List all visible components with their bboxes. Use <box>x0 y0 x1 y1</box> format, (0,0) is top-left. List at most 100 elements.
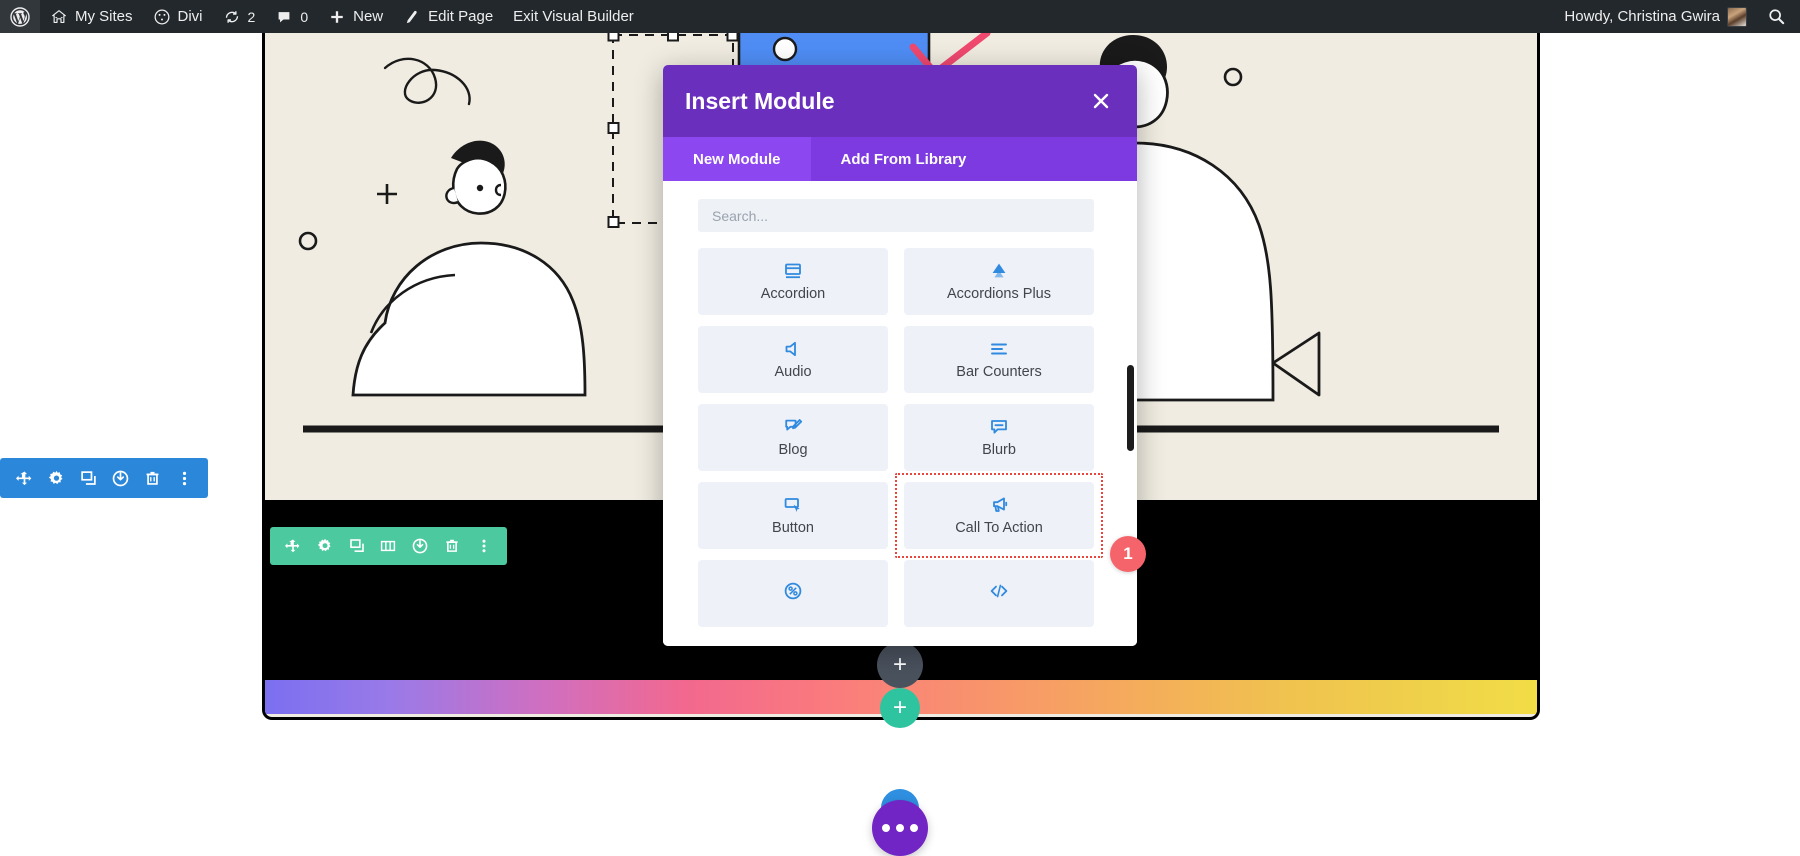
module-tile-blurb[interactable]: Blurb <box>904 404 1094 471</box>
blurb-icon <box>989 417 1009 437</box>
exit-visual-builder-link[interactable]: Exit Visual Builder <box>503 0 644 33</box>
row-move-handle[interactable] <box>280 527 306 565</box>
search-input[interactable] <box>698 199 1094 232</box>
modal-body: Accordion Accordions Plus <box>663 181 1137 646</box>
comments-menu[interactable]: 0 <box>265 0 318 33</box>
builder-fab-wrapper <box>872 789 928 856</box>
step-badge-label: 1 <box>1123 544 1133 563</box>
modal-header: Insert Module <box>663 65 1137 137</box>
tab-new-module[interactable]: New Module <box>663 137 811 181</box>
tab-new-module-label: New Module <box>693 150 781 168</box>
module-tile-button[interactable]: Button <box>698 482 888 549</box>
updates-icon <box>223 8 241 26</box>
add-module-button[interactable]: + <box>877 642 923 688</box>
divi-icon <box>153 8 171 26</box>
section-duplicate-button[interactable] <box>74 458 102 498</box>
updates-menu[interactable]: 2 <box>213 0 266 33</box>
section-settings-button[interactable] <box>42 458 70 498</box>
gear-icon <box>317 538 331 552</box>
divi-label: Divi <box>177 8 203 25</box>
wp-admin-bar: My Sites Divi 2 0 New Edit Page Exit Vis… <box>0 0 1800 33</box>
comments-icon <box>275 8 293 26</box>
modal-title: Insert Module <box>685 87 835 114</box>
section-delete-button[interactable] <box>138 458 166 498</box>
new-label: New <box>353 8 384 25</box>
section-move-handle[interactable] <box>10 458 38 498</box>
accordions-plus-icon <box>989 261 1009 281</box>
blog-icon <box>783 417 803 437</box>
kebab-icon <box>182 471 186 485</box>
module-tile-accordion[interactable]: Accordion <box>698 248 888 315</box>
kebab-icon <box>482 539 486 553</box>
tab-add-from-library[interactable]: Add From Library <box>811 137 997 181</box>
new-content-menu[interactable]: New <box>318 0 393 33</box>
trash-icon <box>446 539 458 552</box>
section-disable-button[interactable] <box>106 458 134 498</box>
plus-icon: + <box>892 694 907 721</box>
tab-add-from-library-label: Add From Library <box>840 150 967 168</box>
module-grid: Accordion Accordions Plus Audio Bar Coun… <box>698 248 1115 627</box>
avatar <box>1727 6 1747 27</box>
module-label: Audio <box>774 364 812 380</box>
exit-visual-builder-label: Exit Visual Builder <box>513 8 634 25</box>
ellipsis-icon <box>896 824 904 832</box>
module-tile-blog[interactable]: Blog <box>698 404 888 471</box>
plus-icon <box>328 8 346 26</box>
button-icon <box>783 495 803 515</box>
my-sites-menu[interactable]: My Sites <box>40 0 143 33</box>
my-sites-label: My Sites <box>75 8 133 25</box>
move-icon <box>15 471 31 485</box>
row-delete-button[interactable] <box>439 527 465 565</box>
close-icon <box>1093 93 1109 109</box>
duplicate-icon <box>80 470 96 485</box>
section-toolbar[interactable] <box>0 458 208 498</box>
power-icon <box>412 538 428 554</box>
module-label: Blog <box>778 442 808 458</box>
add-row-button[interactable]: + <box>880 688 920 728</box>
step-badge-1: 1 <box>1110 536 1146 572</box>
builder-settings-fab[interactable] <box>872 800 928 856</box>
module-tile-code[interactable] <box>904 560 1094 627</box>
sites-icon <box>50 8 68 26</box>
ellipsis-icon <box>882 824 890 832</box>
howdy-label: Howdy, Christina Gwira <box>1564 8 1720 25</box>
module-tile-bar-counters[interactable]: Bar Counters <box>904 326 1094 393</box>
ellipsis-icon <box>910 824 918 832</box>
circle-counter-icon <box>783 581 803 601</box>
move-icon <box>285 539 300 553</box>
visual-builder-canvas: + + Insert Module New Module Add From Li… <box>0 29 1800 856</box>
columns-icon <box>381 540 396 552</box>
module-label: Button <box>772 520 814 536</box>
row-more-options-button[interactable] <box>471 527 497 565</box>
module-tile-call-to-action[interactable]: Call To Action <box>895 473 1103 558</box>
wordpress-logo-button[interactable] <box>0 0 40 33</box>
call-to-action-icon <box>989 495 1009 515</box>
pencil-icon <box>403 8 421 26</box>
close-button[interactable] <box>1087 87 1115 115</box>
section-more-options-button[interactable] <box>170 458 198 498</box>
edit-page-link[interactable]: Edit Page <box>393 0 503 33</box>
module-label: Accordions Plus <box>947 286 1051 302</box>
row-toolbar[interactable] <box>270 527 507 565</box>
module-label: Blurb <box>982 442 1016 458</box>
power-icon <box>112 470 128 486</box>
comments-count: 0 <box>300 8 309 25</box>
row-duplicate-button[interactable] <box>344 527 370 565</box>
module-tile-accordions-plus[interactable]: Accordions Plus <box>904 248 1094 315</box>
bar-counters-icon <box>989 339 1009 359</box>
accordion-icon <box>783 261 803 281</box>
code-icon <box>989 581 1009 601</box>
howdy-user-menu[interactable]: Howdy, Christina Gwira <box>1554 0 1757 33</box>
divi-menu[interactable]: Divi <box>143 0 213 33</box>
row-column-structure-button[interactable] <box>375 527 401 565</box>
edit-page-label: Edit Page <box>428 8 494 25</box>
row-disable-button[interactable] <box>407 527 433 565</box>
module-tile-audio[interactable]: Audio <box>698 326 888 393</box>
module-tile-circle-counter[interactable] <box>698 560 888 627</box>
adminbar-search-button[interactable] <box>1757 0 1800 33</box>
module-label: Accordion <box>760 286 826 302</box>
insert-module-modal: Insert Module New Module Add From Librar… <box>663 65 1137 646</box>
modal-scrollbar-thumb[interactable] <box>1127 365 1134 451</box>
row-settings-button[interactable] <box>312 527 338 565</box>
module-list-scroll-area: Accordion Accordions Plus <box>663 181 1137 646</box>
